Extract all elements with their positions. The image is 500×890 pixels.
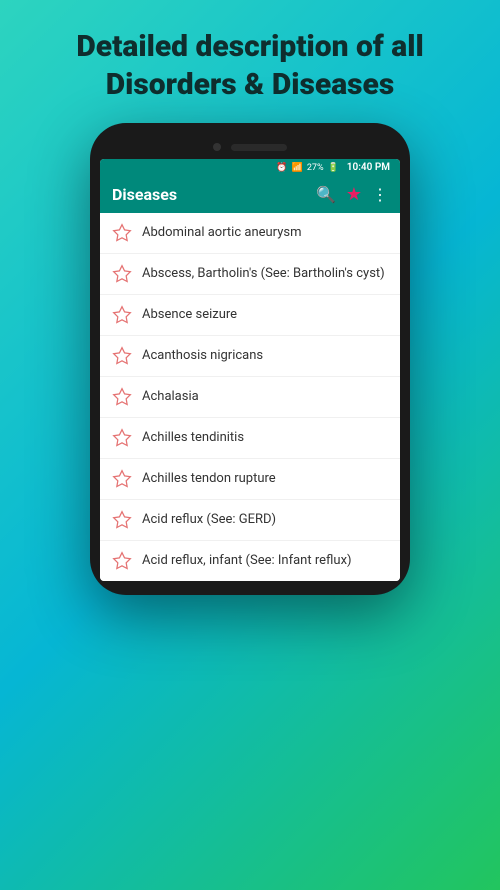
phone-wrapper: ⏰ 📶 27% 🔋 10:40 PM Diseases 🔍 ★ ⋮ Abdomi…: [80, 123, 420, 890]
app-toolbar: Diseases 🔍 ★ ⋮: [100, 176, 400, 213]
favorites-star-icon[interactable]: ★: [346, 184, 362, 205]
headline-line1: Detailed description of all: [76, 29, 423, 64]
disease-name-text: Achilles tendon rupture: [142, 470, 276, 488]
disease-name-text: Abdominal aortic aneurysm: [142, 224, 301, 242]
list-item[interactable]: Acid reflux, infant (See: Infant reflux): [100, 541, 400, 581]
disease-list: Abdominal aortic aneurysm Abscess, Bartho…: [100, 213, 400, 581]
battery-level: 27%: [307, 163, 324, 173]
list-item[interactable]: Abdominal aortic aneurysm: [100, 213, 400, 254]
list-item[interactable]: Achalasia: [100, 377, 400, 418]
star-outline-icon[interactable]: [112, 264, 132, 284]
disease-name-text: Acid reflux (See: GERD): [142, 511, 276, 529]
list-item[interactable]: Acanthosis nigricans: [100, 336, 400, 377]
star-outline-icon[interactable]: [112, 551, 132, 571]
signal-icon: 📶: [292, 163, 303, 173]
star-outline-icon[interactable]: [112, 387, 132, 407]
disease-name-text: Acid reflux, infant (See: Infant reflux): [142, 552, 352, 570]
headline-line2: Disorders & Diseases: [106, 67, 395, 102]
disease-name-text: Achalasia: [142, 388, 199, 406]
star-outline-icon[interactable]: [112, 346, 132, 366]
star-outline-icon[interactable]: [112, 469, 132, 489]
disease-name-text: Acanthosis nigricans: [142, 347, 263, 365]
front-camera: [213, 143, 221, 151]
star-outline-icon[interactable]: [112, 305, 132, 325]
list-item[interactable]: Achilles tendinitis: [100, 418, 400, 459]
alarm-icon: ⏰: [276, 163, 287, 173]
search-icon[interactable]: 🔍: [316, 185, 336, 204]
phone-device: ⏰ 📶 27% 🔋 10:40 PM Diseases 🔍 ★ ⋮ Abdomi…: [90, 123, 410, 595]
list-item[interactable]: Acid reflux (See: GERD): [100, 500, 400, 541]
star-outline-icon[interactable]: [112, 510, 132, 530]
phone-top-bar: [100, 137, 400, 159]
status-bar: ⏰ 📶 27% 🔋 10:40 PM: [100, 159, 400, 176]
list-item[interactable]: Abscess, Bartholin's (See: Bartholin's c…: [100, 254, 400, 295]
disease-name-text: Achilles tendinitis: [142, 429, 244, 447]
headline: Detailed description of all Disorders & …: [46, 0, 453, 123]
disease-name-text: Absence seizure: [142, 306, 237, 324]
star-outline-icon[interactable]: [112, 223, 132, 243]
star-outline-icon[interactable]: [112, 428, 132, 448]
time-display: 10:40 PM: [347, 162, 390, 173]
phone-screen: ⏰ 📶 27% 🔋 10:40 PM Diseases 🔍 ★ ⋮ Abdomi…: [100, 159, 400, 581]
battery-icon: 🔋: [328, 163, 339, 173]
disease-name-text: Abscess, Bartholin's (See: Bartholin's c…: [142, 265, 385, 283]
speaker-grille: [231, 144, 287, 151]
list-item[interactable]: Achilles tendon rupture: [100, 459, 400, 500]
more-options-icon[interactable]: ⋮: [372, 185, 388, 204]
list-item[interactable]: Absence seizure: [100, 295, 400, 336]
toolbar-title: Diseases: [112, 185, 308, 204]
